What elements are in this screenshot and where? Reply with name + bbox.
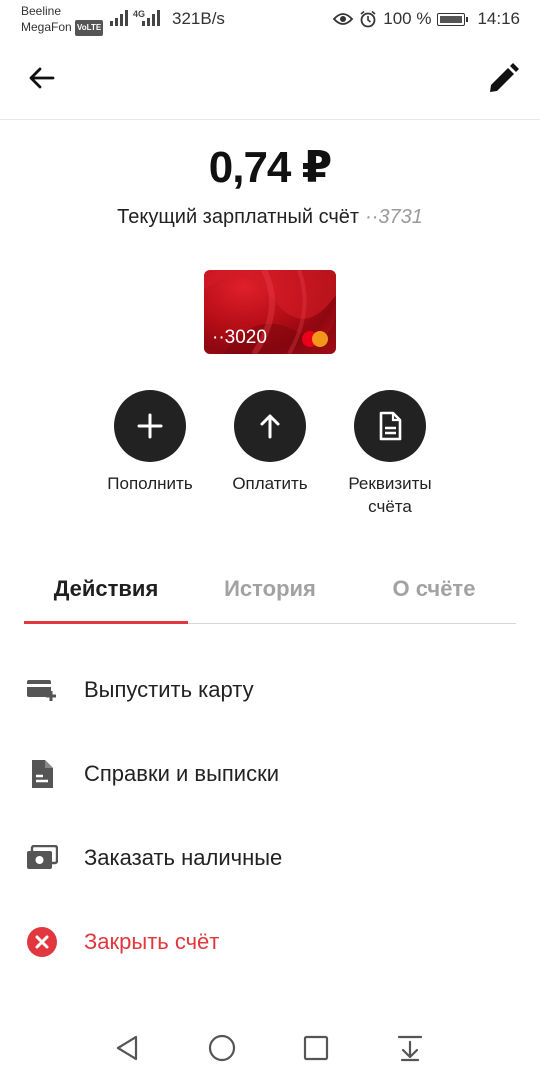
eye-icon xyxy=(333,13,354,25)
topup-button[interactable] xyxy=(114,390,186,462)
signal-icon xyxy=(110,10,128,26)
network-speed: 321B/s xyxy=(172,9,225,28)
edit-button[interactable] xyxy=(486,62,520,96)
back-button[interactable] xyxy=(26,62,58,94)
bank-card[interactable]: ··3020 xyxy=(204,270,336,354)
arrow-up-icon xyxy=(260,414,280,439)
card-number: ··3020 xyxy=(212,327,267,348)
plus-icon xyxy=(137,413,163,439)
top-app-bar xyxy=(0,40,540,120)
menu-order-cash-label: Заказать наличные xyxy=(84,845,283,870)
nav-notifications-button[interactable] xyxy=(394,1032,426,1064)
tab-actions[interactable]: Действия xyxy=(24,560,188,624)
topup-label: Пополнить xyxy=(107,474,193,493)
status-bar: Beeline MegaFon VoLTE 4G 321B/s 100 % 14… xyxy=(0,0,540,40)
menu-issue-card-label: Выпустить карту xyxy=(84,677,254,702)
menu-close-account-label: Закрыть счёт xyxy=(84,929,220,954)
menu-close-account[interactable]: Закрыть счёт xyxy=(0,912,540,972)
alarm-icon xyxy=(360,10,376,28)
arrow-left-icon xyxy=(29,67,55,89)
menu-statements-label: Справки и выписки xyxy=(84,761,280,786)
carrier-2: MegaFon xyxy=(21,20,72,34)
battery-percent: 100 % xyxy=(383,9,432,28)
topup-action[interactable]: Пополнить xyxy=(85,390,215,495)
pay-button[interactable] xyxy=(234,390,306,462)
carrier-1: Beeline xyxy=(21,4,62,18)
battery-icon xyxy=(437,12,469,26)
menu-statements[interactable]: Справки и выписки xyxy=(0,744,540,804)
nav-recents-button[interactable] xyxy=(300,1032,332,1064)
account-name: Текущий зарплатный счёт xyxy=(117,206,360,228)
requisites-button[interactable] xyxy=(354,390,426,462)
triangle-back-icon xyxy=(116,1035,138,1061)
account-tabs: Действия История О счёте xyxy=(24,560,516,624)
circle-home-icon xyxy=(208,1034,236,1062)
menu-issue-card[interactable]: Выпустить карту xyxy=(0,660,540,720)
status-right: 100 % 14:16 xyxy=(333,9,520,29)
system-nav-bar xyxy=(0,1016,540,1080)
pay-label: Оплатить xyxy=(232,474,308,493)
pull-down-icon xyxy=(397,1035,423,1062)
requisites-label: Реквизиты счёта xyxy=(348,474,432,516)
square-recents-icon xyxy=(303,1035,329,1061)
account-balance: 0,74 ₽ xyxy=(208,143,332,192)
carrier-2-row: MegaFon VoLTE xyxy=(21,19,104,36)
pay-action[interactable]: Оплатить xyxy=(205,390,335,495)
add-card-icon xyxy=(26,675,58,705)
signal-icon-2 xyxy=(142,10,160,26)
cash-icon xyxy=(26,843,58,873)
requisites-action[interactable]: Реквизиты счёта xyxy=(325,390,455,518)
document-icon xyxy=(26,759,58,789)
tab-history[interactable]: История xyxy=(188,560,352,623)
account-title-row: Текущий зарплатный счёт ··3731 xyxy=(0,206,540,229)
clock: 14:16 xyxy=(477,9,520,28)
carrier-labels: Beeline MegaFon VoLTE xyxy=(21,3,104,36)
document-icon xyxy=(379,411,402,441)
nav-back-button[interactable] xyxy=(112,1032,144,1064)
menu-order-cash[interactable]: Заказать наличные xyxy=(0,828,540,888)
nav-home-button[interactable] xyxy=(206,1032,238,1064)
volte-badge: VoLTE xyxy=(75,20,104,36)
close-circle-icon xyxy=(26,927,58,957)
pencil-icon xyxy=(490,63,519,92)
account-number-mask: ··3731 xyxy=(365,206,423,228)
mastercard-icon xyxy=(302,331,328,347)
tab-about[interactable]: О счёте xyxy=(352,560,516,623)
